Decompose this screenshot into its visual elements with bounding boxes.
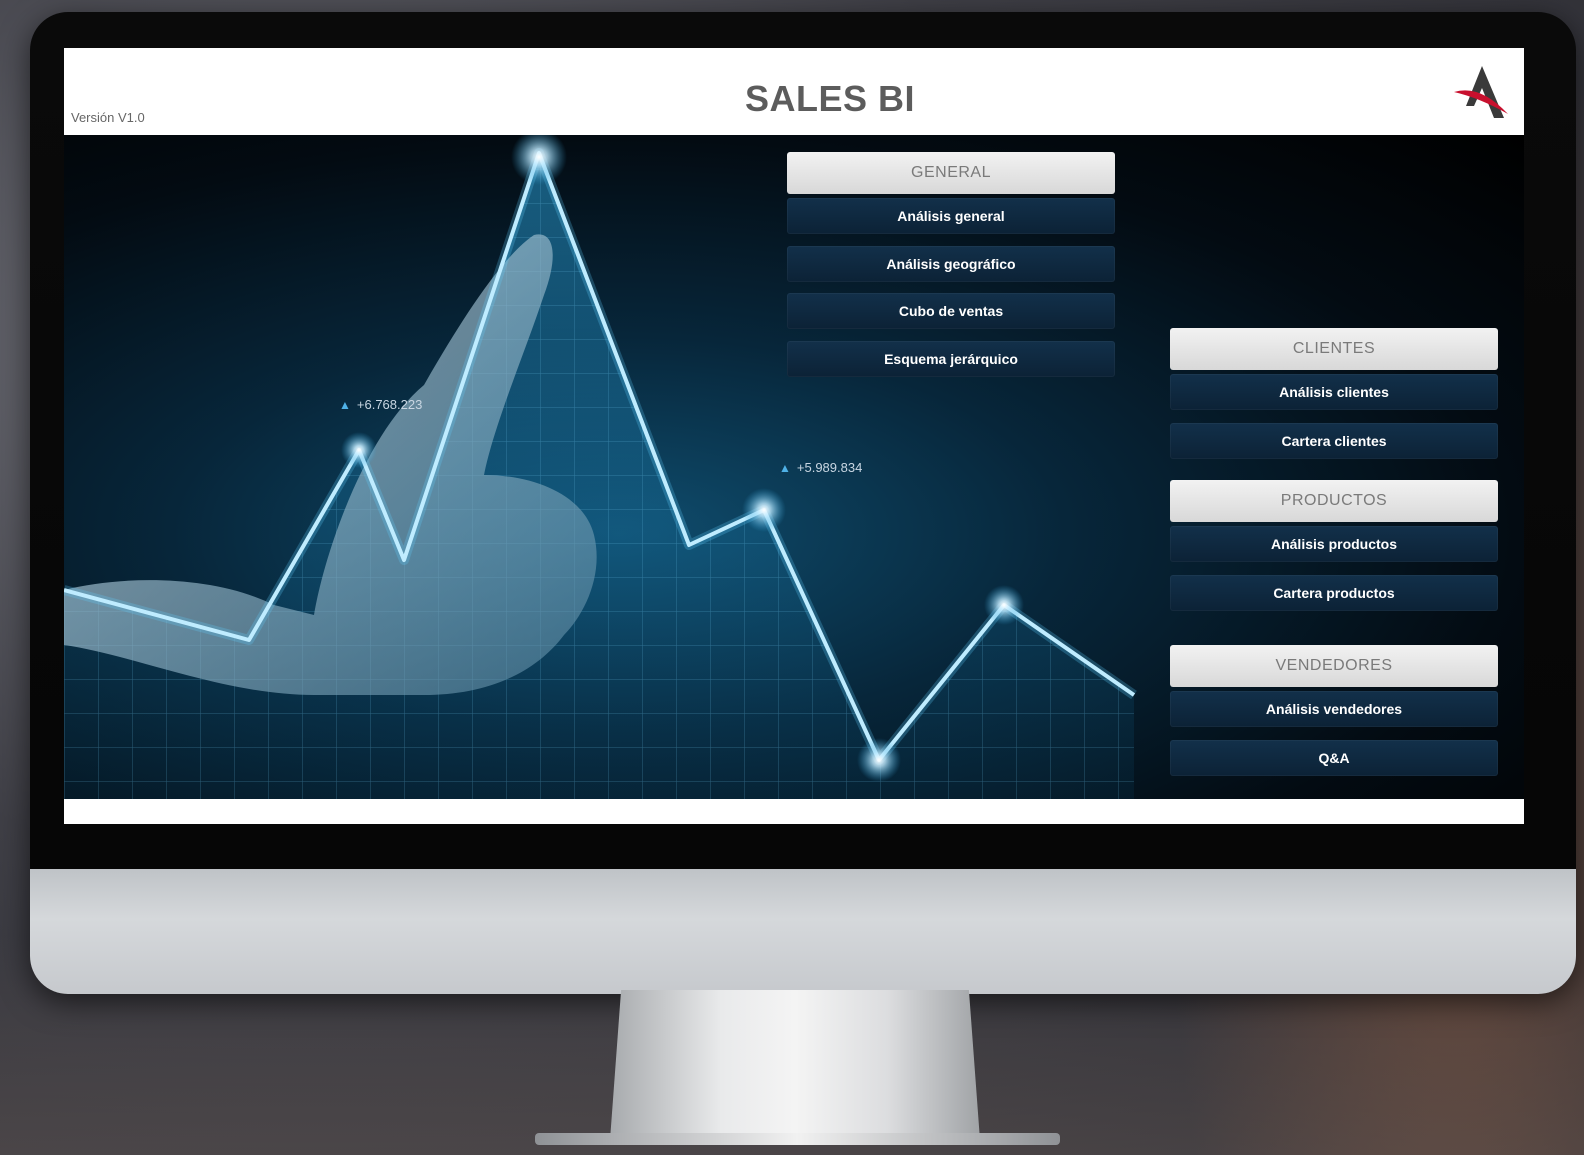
- up-triangle-icon: ▲: [779, 460, 791, 475]
- delta-label-2: ▲ +5.989.834: [779, 460, 862, 475]
- menu-header-vendedores: VENDEDORES: [1170, 645, 1498, 687]
- dashboard-screen: Versión V1.0 SALES BI ▲ +6.768.223 ▲ +5.…: [64, 48, 1524, 824]
- company-logo-icon: [1454, 66, 1508, 118]
- analisis-geografico-button[interactable]: Análisis geográfico: [787, 246, 1115, 282]
- analisis-productos-button[interactable]: Análisis productos: [1170, 526, 1498, 562]
- menu-header-productos: PRODUCTOS: [1170, 480, 1498, 522]
- analisis-general-button[interactable]: Análisis general: [787, 198, 1115, 234]
- qa-button[interactable]: Q&A: [1170, 740, 1498, 776]
- up-triangle-icon: ▲: [339, 397, 351, 412]
- footer-strip: [64, 799, 1524, 824]
- hero-image: ▲ +6.768.223 ▲ +5.989.834 GENERAL Anális…: [64, 135, 1524, 799]
- page-title: SALES BI: [744, 78, 916, 119]
- analisis-clientes-button[interactable]: Análisis clientes: [1170, 374, 1498, 410]
- delta-value: +6.768.223: [356, 397, 423, 412]
- analisis-vendedores-button[interactable]: Análisis vendedores: [1170, 691, 1498, 727]
- cartera-productos-button[interactable]: Cartera productos: [1170, 575, 1498, 611]
- cubo-de-ventas-button[interactable]: Cubo de ventas: [787, 293, 1115, 329]
- menu-header-general: GENERAL: [787, 152, 1115, 194]
- cartera-clientes-button[interactable]: Cartera clientes: [1170, 423, 1498, 459]
- delta-label-1: ▲ +6.768.223: [339, 397, 422, 412]
- monitor-chin: [30, 869, 1576, 994]
- app-header: Versión V1.0 SALES BI: [64, 48, 1524, 135]
- monitor-base: [535, 1133, 1060, 1145]
- menu-header-clientes: CLIENTES: [1170, 328, 1498, 370]
- esquema-jerarquico-button[interactable]: Esquema jerárquico: [787, 341, 1115, 377]
- monitor-stand: [610, 990, 980, 1140]
- delta-value: +5.989.834: [796, 460, 863, 475]
